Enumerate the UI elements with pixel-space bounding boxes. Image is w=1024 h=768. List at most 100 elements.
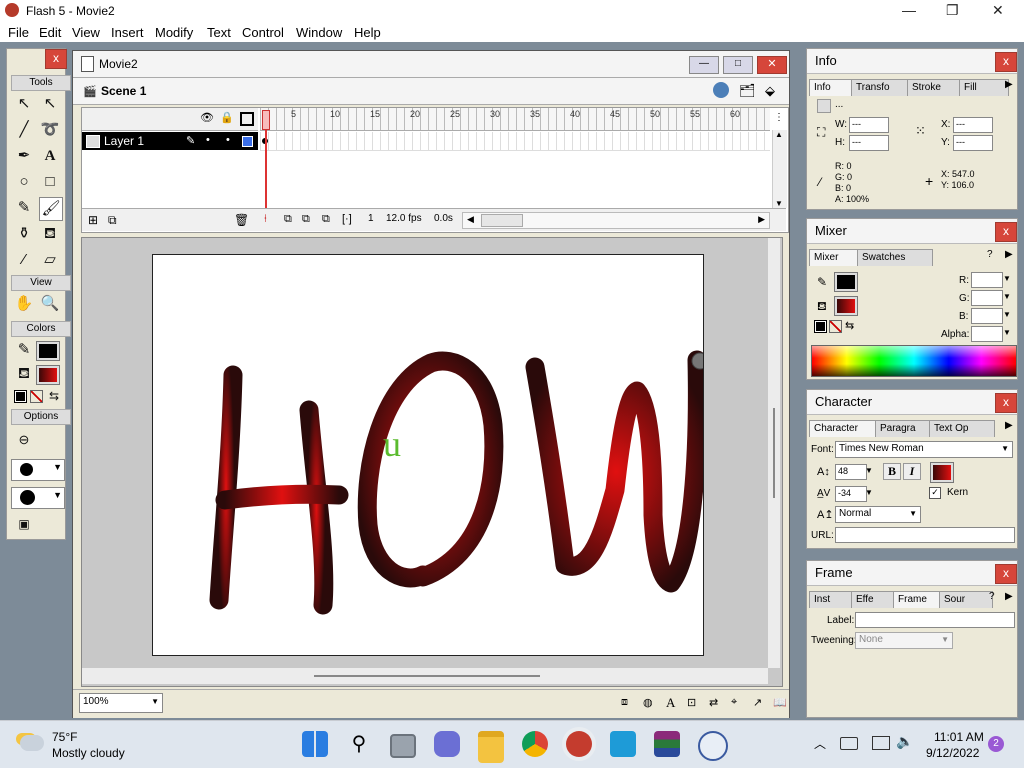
- tab-text-options[interactable]: Text Op: [929, 420, 995, 437]
- info-panel-close-button[interactable]: x: [995, 52, 1017, 72]
- scroll-up-icon[interactable]: ▲: [775, 130, 783, 139]
- tab-transform[interactable]: Transfo: [851, 79, 915, 96]
- tab-swatches[interactable]: Swatches: [857, 249, 933, 266]
- url-field[interactable]: [835, 527, 1015, 543]
- tab-fill[interactable]: Fill: [959, 79, 1009, 96]
- baseline-dropdown[interactable]: Normal ▼: [835, 506, 921, 523]
- w-field[interactable]: ---: [849, 117, 889, 133]
- zoom-control-icon[interactable]: ⬙: [765, 83, 775, 99]
- winrar-icon[interactable]: [654, 731, 680, 757]
- edit-multiple-icon[interactable]: ⧉: [322, 213, 330, 226]
- menu-insert[interactable]: Insert: [111, 25, 144, 40]
- tracking-field[interactable]: -34: [835, 486, 867, 502]
- ff-app-icon[interactable]: [698, 731, 728, 761]
- stage[interactable]: u: [152, 254, 704, 656]
- zoom-dropdown[interactable]: 100% ▼: [79, 693, 163, 713]
- actions-panel-icon[interactable]: ⇄: [709, 696, 718, 709]
- menu-modify[interactable]: Modify: [155, 25, 193, 40]
- stage-hscroll-thumb[interactable]: [314, 675, 540, 677]
- help-icon[interactable]: ?: [989, 591, 995, 602]
- stage-vscroll-thumb[interactable]: [773, 408, 775, 498]
- timeline-scroll-thumb[interactable]: [481, 214, 523, 227]
- tab-paragraph[interactable]: Paragra: [875, 420, 937, 437]
- mixer-b-field[interactable]: [971, 308, 1003, 324]
- font-size-field[interactable]: 48: [835, 464, 867, 480]
- green-text-letter[interactable]: u: [383, 423, 401, 465]
- instance-panel-icon[interactable]: ⊡: [687, 696, 696, 709]
- onion-markers-icon[interactable]: [·]: [342, 213, 352, 225]
- y-field[interactable]: ---: [953, 135, 993, 151]
- mixer-alpha-field[interactable]: [971, 326, 1003, 342]
- align-panel-icon[interactable]: ⧈: [621, 696, 628, 709]
- mixer-panel-icon[interactable]: ◍: [643, 696, 653, 709]
- playhead[interactable]: [262, 110, 270, 130]
- library-icon[interactable]: 📖: [773, 696, 787, 709]
- scroll-left-icon[interactable]: ◀: [467, 214, 474, 225]
- layer-visible-dot[interactable]: •: [206, 134, 210, 146]
- volume-icon[interactable]: 🔈: [896, 733, 913, 750]
- no-color-icon[interactable]: [30, 390, 43, 403]
- zoom-tool-icon[interactable]: 🔍: [39, 293, 61, 315]
- eyedropper-tool-icon[interactable]: ⁄: [13, 249, 35, 271]
- mixer-panel-close-button[interactable]: x: [995, 222, 1017, 242]
- hand-tool-icon[interactable]: ✋: [13, 293, 35, 315]
- subselect-tool-icon[interactable]: ↖: [39, 93, 61, 115]
- italic-button[interactable]: I: [903, 463, 921, 480]
- eye-icon[interactable]: 👁: [200, 111, 214, 124]
- movie-explorer-icon[interactable]: ⌖: [731, 696, 737, 709]
- close-icon[interactable]: ✕: [992, 2, 1004, 19]
- layer-lock-dot[interactable]: •: [226, 134, 230, 146]
- menu-control[interactable]: Control: [242, 25, 284, 40]
- stroke-color-swatch[interactable]: [36, 341, 60, 361]
- stage-hscroll[interactable]: [82, 668, 768, 684]
- scroll-down-icon[interactable]: ▼: [775, 199, 783, 208]
- movie-maximize-button[interactable]: □: [723, 56, 753, 74]
- tweening-dropdown[interactable]: None ▼: [855, 632, 953, 649]
- timeline-hscroll[interactable]: ◀ ▶: [462, 212, 770, 229]
- edit-scene-icon[interactable]: [713, 82, 729, 98]
- brush-tool-icon[interactable]: 🖌: [39, 197, 63, 221]
- flash-taskbar-icon[interactable]: [566, 731, 592, 757]
- chevron-down-icon[interactable]: ▼: [1003, 274, 1011, 283]
- movie-minimize-button[interactable]: —: [689, 56, 719, 74]
- weather-temperature[interactable]: 75°F: [52, 730, 77, 744]
- no-color-icon[interactable]: [829, 320, 842, 333]
- panel-menu-arrow-icon[interactable]: ▶: [1005, 79, 1013, 90]
- arrow-tool-icon[interactable]: ↖: [13, 93, 35, 115]
- mixer-fill-swatch[interactable]: [834, 296, 858, 316]
- brush-size-dropdown[interactable]: ▼: [11, 459, 65, 481]
- default-colors-icon[interactable]: [14, 390, 27, 403]
- brush-shape-dropdown[interactable]: ▼: [11, 487, 65, 509]
- lock-icon[interactable]: 🔒: [220, 111, 234, 124]
- timeline-vscroll[interactable]: ▲ ▼: [772, 130, 787, 208]
- bold-button[interactable]: B: [883, 463, 901, 480]
- menu-help[interactable]: Help: [354, 25, 381, 40]
- clock-date[interactable]: 9/12/2022: [926, 746, 979, 760]
- app-icon-blue[interactable]: [610, 731, 636, 757]
- swap-colors-icon[interactable]: ⇆: [845, 319, 854, 332]
- notification-badge[interactable]: 2: [988, 736, 1004, 752]
- onion-skin-icon[interactable]: ⧉: [284, 213, 292, 226]
- trash-icon[interactable]: 🗑: [234, 213, 249, 227]
- text-color-swatch[interactable]: [930, 462, 954, 483]
- outline-icon[interactable]: [240, 112, 254, 126]
- tab-stroke[interactable]: Stroke: [907, 79, 967, 96]
- windows-start-icon[interactable]: [302, 731, 328, 757]
- search-icon[interactable]: ⚲: [346, 731, 372, 757]
- menu-edit[interactable]: Edit: [39, 25, 61, 40]
- edit-symbols-icon[interactable]: 🗂: [739, 83, 756, 99]
- tab-character[interactable]: Character: [809, 420, 883, 437]
- timeline-menu-icon[interactable]: ⋮: [774, 112, 784, 123]
- maximize-icon[interactable]: ❐: [946, 2, 959, 19]
- panel-menu-arrow-icon[interactable]: ▶: [1005, 591, 1013, 602]
- link-icon[interactable]: ↗: [753, 696, 762, 709]
- chevron-down-icon[interactable]: ▼: [1003, 310, 1011, 319]
- panel-menu-arrow-icon[interactable]: ▶: [1005, 420, 1013, 431]
- paint-bucket-tool-icon[interactable]: ⛾: [39, 223, 61, 245]
- line-tool-icon[interactable]: ╱: [13, 119, 35, 141]
- kern-checkbox[interactable]: ✓: [929, 487, 941, 499]
- pencil-tool-icon[interactable]: ✎: [13, 197, 35, 219]
- fill-color-swatch[interactable]: [36, 365, 60, 385]
- default-colors-icon[interactable]: [814, 320, 827, 333]
- weather-condition[interactable]: Mostly cloudy: [52, 746, 125, 760]
